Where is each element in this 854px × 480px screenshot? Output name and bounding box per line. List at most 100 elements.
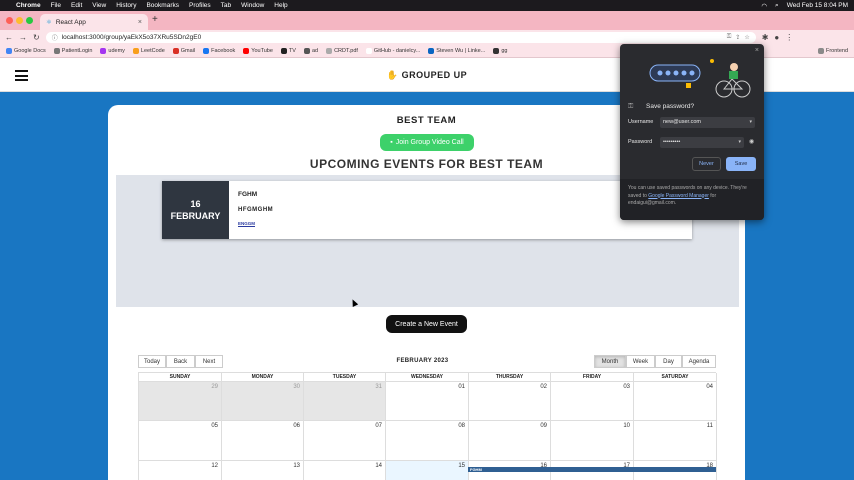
back-arrow-icon[interactable]: ← [5, 33, 13, 42]
view-month-button[interactable]: Month [594, 355, 626, 368]
weekday-header: MONDAY [222, 373, 304, 382]
dropdown-caret-icon[interactable]: ▾ [738, 137, 741, 148]
address-bar[interactable]: ⓘ localhost:3000/group/yaEkX5o37XRu5SDn2… [45, 31, 756, 43]
bookmark-item[interactable]: YouTube [243, 47, 273, 54]
calendar-day-cell[interactable]: 14 [304, 461, 386, 480]
profile-avatar-icon[interactable]: ● [774, 33, 779, 42]
react-icon: ⚛ [46, 19, 52, 26]
wifi-icon[interactable]: ◠ [761, 2, 767, 10]
password-label: Password [628, 139, 653, 145]
bookmark-item[interactable]: GitHub - danielcy... [365, 47, 420, 54]
info-icon[interactable]: ⓘ [52, 33, 58, 42]
menu-help[interactable]: Help [274, 2, 287, 9]
calendar-day-cell[interactable]: 08 [386, 421, 469, 461]
more-menu-icon[interactable]: ⋮ [785, 33, 793, 42]
password-manager-link[interactable]: Google Password Manager [648, 193, 709, 199]
star-icon[interactable]: ☆ [744, 34, 749, 41]
calendar-day-cell[interactable]: 10 [551, 421, 634, 461]
bookmark-folder-icon [817, 47, 824, 54]
close-tab-icon[interactable]: × [138, 19, 142, 26]
calendar-day-cell[interactable]: 11 [634, 421, 717, 461]
bookmark-item[interactable]: Google Docs [6, 47, 46, 54]
calendar-day-cell[interactable]: 09 [469, 421, 551, 461]
password-field[interactable]: ••••••••• ▾ [660, 137, 744, 148]
extensions-icon[interactable]: ✱ [762, 33, 769, 42]
bookmark-favicon-icon [53, 47, 60, 54]
save-button[interactable]: Save [726, 157, 756, 171]
weekday-header: TUESDAY [304, 373, 386, 382]
calendar-day-cell[interactable]: 05 [139, 421, 222, 461]
create-event-button[interactable]: Create a New Event [386, 315, 467, 333]
share-icon[interactable]: ⇪ [735, 34, 740, 41]
calendar-day-cell[interactable]: 07 [304, 421, 386, 461]
new-tab-icon[interactable]: + [152, 14, 158, 25]
bookmark-item[interactable]: PatientLogin [53, 47, 92, 54]
bookmark-item[interactable]: Steven Wu | Linke... [428, 47, 485, 54]
calendar-day-cell[interactable]: 29 [139, 382, 222, 421]
video-camera-icon: ▪ [390, 139, 393, 146]
url-text: localhost:3000/group/yaEkX5o37XRu5SDn2gE… [61, 33, 202, 41]
calendar-day-cell[interactable]: 01 [386, 382, 469, 421]
zoom-window-icon[interactable] [26, 17, 33, 24]
view-day-button[interactable]: Day [655, 355, 682, 368]
datetime[interactable]: Wed Feb 15 8:04 PM [787, 2, 848, 9]
bookmark-favicon-icon [132, 47, 139, 54]
calendar-day-cell[interactable]: 04 [634, 382, 717, 421]
event-card[interactable]: 16 FEBRUARY FGHM HFGMGHM ENGGM [162, 181, 692, 239]
app-menu-name[interactable]: Chrome [16, 2, 41, 9]
key-icon: ⚿ [628, 103, 634, 110]
calendar-next-button[interactable]: Next [195, 355, 223, 368]
calendar-today-button[interactable]: Today [138, 355, 166, 368]
join-video-call-button[interactable]: ▪ Join Group Video Call [380, 134, 474, 151]
calendar-day-cell[interactable]: 12 [139, 461, 222, 480]
macos-menubar: Chrome File Edit View History Bookmarks … [0, 0, 854, 11]
dropdown-caret-icon[interactable]: ▾ [749, 117, 752, 128]
minimize-window-icon[interactable] [16, 17, 23, 24]
calendar-day-cell[interactable]: 30 [222, 382, 304, 421]
forward-arrow-icon[interactable]: → [19, 33, 27, 42]
never-button[interactable]: Never [692, 157, 721, 171]
bookmark-item[interactable]: udemy [100, 47, 125, 54]
menu-file[interactable]: File [51, 2, 61, 9]
view-week-button[interactable]: Week [626, 355, 655, 368]
bookmark-item[interactable]: Facebook [203, 47, 235, 54]
bookmark-item[interactable]: LeetCode [132, 47, 165, 54]
menu-edit[interactable]: Edit [71, 2, 82, 9]
calendar-day-cell[interactable]: 13 [222, 461, 304, 480]
menu-history[interactable]: History [116, 2, 136, 9]
bookmark-favicon-icon [365, 47, 372, 54]
menu-window[interactable]: Window [241, 2, 264, 9]
menu-view[interactable]: View [92, 2, 106, 9]
show-password-eye-icon[interactable]: ◉ [749, 138, 754, 145]
reload-icon[interactable]: ↻ [33, 33, 40, 42]
calendar-day-cell[interactable]: 02 [469, 382, 551, 421]
key-icon[interactable]: ⚿ [727, 34, 732, 41]
calendar-day-cell[interactable]: 31 [304, 382, 386, 421]
username-field[interactable]: new@user.com ▾ [660, 117, 755, 128]
event-month: FEBRUARY [170, 211, 221, 221]
bookmark-item[interactable]: gg [493, 47, 507, 54]
bookmark-item[interactable]: TV [280, 47, 296, 54]
calendar-back-button[interactable]: Back [166, 355, 195, 368]
search-icon[interactable]: ⌕ [775, 2, 779, 10]
bookmark-item[interactable]: Gmail [172, 47, 195, 54]
browser-tab[interactable]: ⚛ React App × [40, 14, 148, 30]
event-link[interactable]: ENGGM [238, 221, 255, 226]
bookmark-favicon-icon [280, 47, 287, 54]
calendar-day-cell-today[interactable]: 15 [386, 461, 469, 480]
bookmark-item[interactable]: CRDT.pdf [326, 47, 358, 54]
dialog-heading: Save password? [646, 103, 695, 110]
calendar-day-cell[interactable]: 06 [222, 421, 304, 461]
menu-tab[interactable]: Tab [221, 2, 231, 9]
menu-profiles[interactable]: Profiles [189, 2, 211, 9]
view-agenda-button[interactable]: Agenda [682, 355, 716, 368]
bookmark-item[interactable]: ad [303, 47, 318, 54]
calendar-event-bar[interactable]: FGHM [468, 467, 716, 472]
close-window-icon[interactable] [6, 17, 13, 24]
menu-bookmarks[interactable]: Bookmarks [146, 2, 179, 9]
tab-title: React App [55, 18, 86, 26]
bookmark-item[interactable]: Frontend [817, 47, 848, 54]
bookmark-favicon-icon [203, 47, 210, 54]
bookmark-favicon-icon [6, 47, 12, 54]
calendar-day-cell[interactable]: 03 [551, 382, 634, 421]
